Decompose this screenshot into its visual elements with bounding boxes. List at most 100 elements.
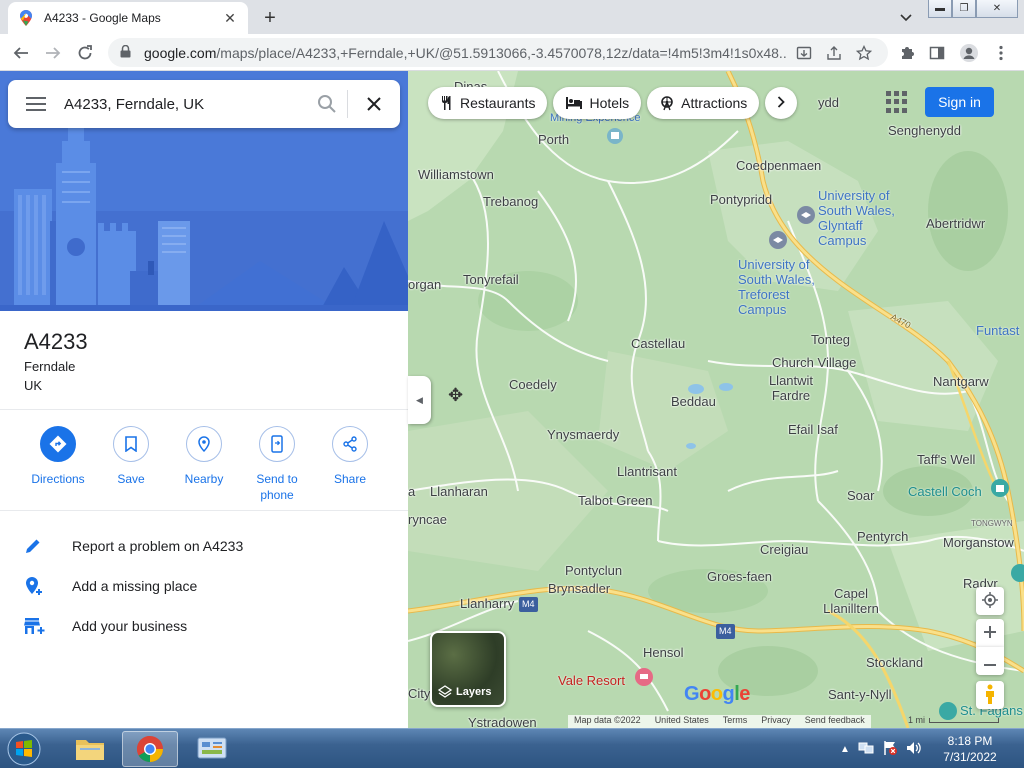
street-view-pegman-button[interactable]	[976, 681, 1004, 709]
hamburger-menu-icon[interactable]	[8, 80, 64, 128]
map-label-castell-coch[interactable]: Castell Coch	[908, 484, 982, 499]
install-app-icon[interactable]	[792, 41, 816, 65]
taskbar-clock[interactable]: 8:18 PM 7/31/2022	[930, 733, 1010, 765]
search-input[interactable]: A4233, Ferndale, UK	[64, 96, 307, 113]
map-label-abertridwr[interactable]: Abertridwr	[926, 216, 985, 231]
map-label-soar[interactable]: Soar	[847, 488, 874, 503]
map-label-funtast[interactable]: Funtast	[976, 323, 1019, 338]
map-label-beddau[interactable]: Beddau	[671, 394, 716, 409]
zoom-in-button[interactable]	[976, 619, 1004, 647]
report-problem-link[interactable]: Report a problem on A4233	[0, 526, 408, 566]
map-label-llantwit-fardre[interactable]: Llantwit Fardre	[756, 373, 826, 403]
map-label-sant-y-nyll[interactable]: Sant-y-Nyll	[828, 687, 892, 702]
taskbar-explorer[interactable]	[62, 731, 118, 767]
clear-search-close-icon[interactable]	[348, 80, 400, 128]
map-scale[interactable]: 1 mi	[908, 715, 1000, 725]
minimize-button[interactable]: ▬	[928, 0, 952, 18]
map-label-capel-llanilltern[interactable]: Capel Llanilltern	[816, 586, 886, 616]
send-feedback-link[interactable]: Send feedback	[805, 715, 865, 728]
map-label-pontyclun[interactable]: Pontyclun	[565, 563, 622, 578]
layers-button[interactable]: Layers	[430, 631, 506, 707]
directions-button[interactable]: Directions	[21, 426, 95, 487]
sign-in-button[interactable]: Sign in	[925, 87, 994, 117]
map-label-ryncae[interactable]: ryncae	[408, 512, 447, 527]
map-label-nantgarw[interactable]: Nantgarw	[933, 374, 989, 389]
map-label-pentyrch[interactable]: Pentyrch	[857, 529, 908, 544]
map-label-trebanog[interactable]: Trebanog	[483, 194, 538, 209]
browser-tab[interactable]: A4233 - Google Maps ✕	[8, 2, 248, 34]
extensions-puzzle-icon[interactable]	[894, 40, 920, 66]
send-to-phone-button[interactable]: Send to phone	[240, 426, 314, 503]
map-label-vale-resort[interactable]: Vale Resort	[558, 673, 625, 688]
chip-hotels[interactable]: Hotels	[553, 87, 642, 119]
my-location-button[interactable]	[976, 587, 1004, 615]
map-label-castellau[interactable]: Castellau	[631, 336, 685, 351]
google-apps-grid-icon[interactable]	[886, 91, 908, 113]
collapse-panel-button[interactable]: ◀	[408, 376, 431, 424]
lock-icon[interactable]	[120, 44, 134, 61]
action-center-flag-icon[interactable]	[882, 740, 898, 759]
map-label-porth[interactable]: Porth	[538, 132, 569, 147]
search-icon[interactable]	[307, 80, 347, 128]
map-canvas[interactable]: Dinas ydd Porth Mining Experience Senghe…	[408, 71, 1024, 728]
add-missing-place-link[interactable]: Add a missing place	[0, 566, 408, 606]
maximize-button[interactable]: ❐	[952, 0, 976, 18]
tab-search-chevron-icon[interactable]	[896, 8, 916, 28]
volume-icon[interactable]	[906, 741, 922, 758]
share-button[interactable]: Share	[313, 426, 387, 487]
map-label-llanharry[interactable]: Llanharry	[460, 596, 514, 611]
map-label-ydd[interactable]: ydd	[818, 95, 839, 110]
map-label-llantrisant[interactable]: Llantrisant	[617, 464, 677, 479]
map-label-uni-treforest[interactable]: University of South Wales, Treforest Cam…	[738, 257, 824, 317]
tab-close-icon[interactable]: ✕	[222, 10, 238, 26]
map-label-organ[interactable]: organ	[408, 277, 441, 292]
new-tab-button[interactable]: +	[258, 6, 282, 30]
map-label-brynsadler[interactable]: Brynsadler	[548, 581, 610, 596]
map-label-ynysmaerdy[interactable]: Ynysmaerdy	[547, 427, 619, 442]
address-bar[interactable]: google.com/maps/place/A4233,+Ferndale,+U…	[108, 38, 888, 67]
map-label-church-village[interactable]: Church Village	[772, 355, 856, 370]
map-label-williamstown[interactable]: Williamstown	[418, 167, 494, 182]
map-label-hensol[interactable]: Hensol	[643, 645, 683, 660]
map-label-coedely[interactable]: Coedely	[509, 377, 557, 392]
nearby-button[interactable]: Nearby	[167, 426, 241, 487]
map-label-stockland[interactable]: Stockland	[866, 655, 923, 670]
map-label-creigiau[interactable]: Creigiau	[760, 542, 808, 557]
profile-avatar-icon[interactable]	[956, 40, 982, 66]
map-label-ystradowen[interactable]: Ystradowen	[468, 715, 537, 728]
terms-link[interactable]: Terms	[723, 715, 748, 728]
side-panel-icon[interactable]	[924, 40, 950, 66]
map-label-tonyrefail[interactable]: Tonyrefail	[463, 272, 519, 287]
privacy-link[interactable]: Privacy	[761, 715, 791, 728]
map-label-pontypridd[interactable]: Pontypridd	[710, 192, 772, 207]
region-link[interactable]: United States	[655, 715, 709, 728]
save-button[interactable]: Save	[94, 426, 168, 487]
window-close-button[interactable]: ✕	[976, 0, 1018, 18]
network-icon[interactable]	[858, 741, 874, 758]
show-hidden-icons-chevron-icon[interactable]: ▲	[840, 744, 850, 755]
chip-attractions[interactable]: Attractions	[647, 87, 760, 119]
chips-next-button[interactable]	[765, 87, 798, 119]
back-arrow-icon[interactable]	[8, 40, 34, 66]
map-label-coedpenmaen[interactable]: Coedpenmaen	[736, 158, 821, 173]
map-label-groes-faen[interactable]: Groes-faen	[707, 569, 772, 584]
chip-restaurants[interactable]: Restaurants	[428, 87, 548, 119]
reload-icon[interactable]	[72, 40, 98, 66]
map-label-morganstown[interactable]: Morganstow	[943, 535, 1014, 550]
bookmark-star-icon[interactable]	[852, 41, 876, 65]
map-label-taffs-well[interactable]: Taff's Well	[917, 452, 975, 467]
map-label-senghenydd[interactable]: Senghenydd	[888, 123, 961, 138]
map-label-city[interactable]: City	[408, 686, 430, 701]
forward-arrow-icon[interactable]	[40, 40, 66, 66]
share-page-icon[interactable]	[822, 41, 846, 65]
map-label-llanharan[interactable]: Llanharan	[430, 484, 488, 499]
start-button[interactable]	[4, 731, 44, 767]
browser-menu-icon[interactable]	[988, 40, 1014, 66]
map-label-efail-isaf[interactable]: Efail Isaf	[788, 422, 838, 437]
taskbar-chrome[interactable]	[122, 731, 178, 767]
map-label-talbot-green[interactable]: Talbot Green	[578, 493, 652, 508]
zoom-out-button[interactable]	[976, 647, 1004, 675]
map-label-uni-glyntaff[interactable]: University of South Wales, Glyntaff Camp…	[818, 188, 904, 248]
taskbar-control-panel[interactable]	[184, 731, 240, 767]
add-business-link[interactable]: Add your business	[0, 606, 408, 646]
